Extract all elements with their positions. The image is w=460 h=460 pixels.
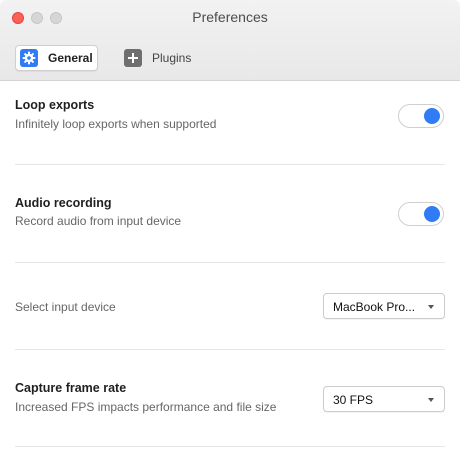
tab-plugins[interactable]: Plugins: [123, 45, 213, 71]
window-title: Preferences: [192, 9, 268, 25]
setting-row-frame-rate: Capture frame rate Increased FPS impacts…: [0, 350, 460, 446]
toggle-knob: [424, 206, 440, 222]
input-device-select[interactable]: MacBook Pro...: [323, 293, 445, 319]
title-bar: Preferences General Plugins: [0, 0, 460, 81]
chevron-down-icon: [428, 305, 434, 309]
gear-icon: [20, 49, 38, 67]
setting-row-input-device: Select input device MacBook Pro...: [0, 263, 460, 349]
divider: [15, 446, 445, 447]
chevron-down-icon: [428, 398, 434, 402]
toggle-knob: [424, 108, 440, 124]
setting-description: Record audio from input device: [15, 214, 182, 228]
loop-exports-toggle[interactable]: [398, 104, 444, 128]
setting-row-loop-exports: Loop exports Infinitely loop exports whe…: [0, 80, 460, 164]
setting-title: Capture frame rate: [15, 381, 127, 395]
select-value: 30 FPS: [333, 393, 374, 407]
setting-label: Select input device: [15, 300, 116, 314]
select-value: MacBook Pro...: [333, 300, 416, 314]
setting-row-audio-recording: Audio recording Record audio from input …: [0, 165, 460, 262]
setting-description: Increased FPS impacts performance and fi…: [15, 400, 277, 414]
setting-title: Loop exports: [15, 98, 95, 112]
preferences-window: Preferences General Plugins Loop exports…: [0, 0, 460, 460]
tab-plugins-label: Plugins: [152, 51, 192, 65]
setting-description: Infinitely loop exports when supported: [15, 117, 217, 131]
tab-general-label: General: [48, 51, 93, 65]
frame-rate-select[interactable]: 30 FPS: [323, 386, 445, 412]
audio-recording-toggle[interactable]: [398, 202, 444, 226]
plus-icon: [124, 49, 142, 67]
tab-general[interactable]: General: [15, 45, 98, 71]
setting-title: Audio recording: [15, 196, 112, 210]
